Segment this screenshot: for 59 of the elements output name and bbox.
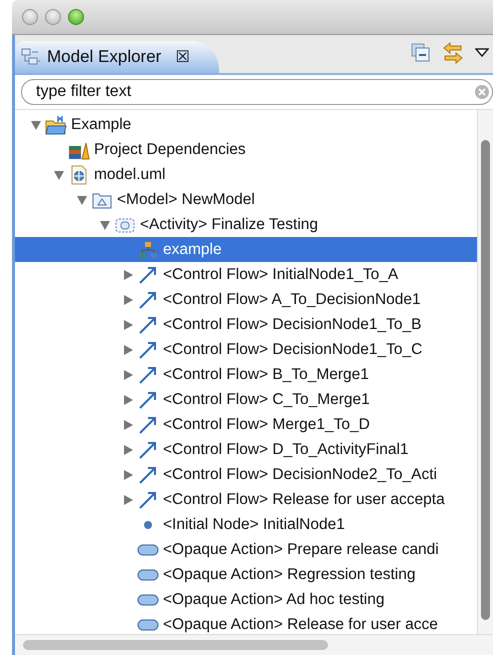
arrow-icon — [137, 390, 159, 410]
tree-item[interactable]: <Opaque Action> Regression testing — [15, 562, 477, 587]
collapsed-arrow-icon[interactable] — [122, 318, 134, 330]
collapsed-arrow-icon[interactable] — [122, 494, 134, 506]
expanded-arrow-icon[interactable] — [30, 118, 42, 130]
arrow-icon — [137, 414, 159, 434]
collapsed-arrow-icon[interactable] — [122, 268, 134, 280]
tree-item[interactable]: <Control Flow> Release for user accepta — [15, 487, 477, 512]
expanded-arrow-icon[interactable] — [99, 218, 111, 230]
arrow-icon — [137, 314, 159, 334]
model-explorer-tab[interactable]: Model Explorer ☒ — [15, 41, 220, 73]
tree-item[interactable]: <Opaque Action> Ad hoc testing — [15, 587, 477, 612]
tree-item[interactable]: <Control Flow> Merge1_To_D — [15, 412, 477, 437]
collapsed-arrow-icon[interactable] — [122, 394, 134, 406]
tree-item[interactable]: <Control Flow> C_To_Merge1 — [15, 387, 477, 412]
collapsed-arrow-icon[interactable] — [122, 294, 134, 306]
arrow-icon — [137, 364, 159, 384]
tree-item[interactable]: <Model> NewModel — [15, 187, 477, 212]
vertical-scrollbar[interactable] — [481, 140, 490, 620]
minimize-window-button[interactable] — [45, 9, 61, 25]
arrow-icon — [137, 440, 159, 460]
filter-field[interactable]: type filter text — [21, 79, 493, 105]
tree-item[interactable]: Project Dependencies — [15, 137, 477, 162]
tree-item[interactable]: <Opaque Action> Release for user acce — [15, 612, 477, 634]
tree-item[interactable]: <Control Flow> DecisionNode1_To_C — [15, 337, 477, 362]
tree-item[interactable]: <Control Flow> DecisionNode2_To_Acti — [15, 462, 477, 487]
collapsed-arrow-icon[interactable] — [122, 444, 134, 456]
expanded-arrow-icon[interactable] — [76, 194, 88, 206]
diagram-icon — [137, 240, 159, 260]
collapse-all-icon[interactable] — [411, 43, 431, 63]
tree-item[interactable]: model.uml — [15, 162, 477, 187]
tree-item[interactable]: <Activity> Finalize Testing — [15, 212, 477, 237]
arrow-icon — [137, 290, 159, 310]
tree-item[interactable]: <Initial Node> InitialNode1 — [15, 512, 477, 537]
close-tab-button[interactable]: ☒ — [175, 47, 190, 67]
tree-item[interactable]: example — [15, 237, 477, 262]
arrow-icon — [137, 490, 159, 510]
arrow-icon — [137, 264, 159, 284]
zoom-window-button[interactable] — [68, 9, 84, 25]
collapsed-arrow-icon[interactable] — [122, 418, 134, 430]
collapsed-arrow-icon[interactable] — [122, 468, 134, 480]
tree-item[interactable]: <Control Flow> DecisionNode1_To_B — [15, 312, 477, 337]
collapsed-arrow-icon[interactable] — [122, 368, 134, 380]
arrow-icon — [137, 340, 159, 360]
horizontal-scrollbar[interactable] — [23, 640, 328, 650]
tree-item[interactable]: <Control Flow> A_To_DecisionNode1 — [15, 287, 477, 312]
folder-icon — [45, 114, 67, 134]
tree-item[interactable]: <Control Flow> D_To_ActivityFinal1 — [15, 437, 477, 462]
close-window-button[interactable] — [22, 9, 38, 25]
expanded-arrow-icon[interactable] — [53, 168, 65, 180]
collapsed-arrow-icon[interactable] — [122, 344, 134, 356]
tree-item[interactable]: <Control Flow> InitialNode1_To_A — [15, 262, 477, 287]
tree-view-icon — [21, 48, 41, 66]
arrow-icon — [137, 464, 159, 484]
tree-item[interactable]: Example — [15, 112, 477, 137]
view-menu-icon[interactable] — [475, 48, 489, 58]
tree-item[interactable]: <Control Flow> B_To_Merge1 — [15, 362, 477, 387]
tree-item[interactable]: <Opaque Action> Prepare release candi — [15, 537, 477, 562]
link-arrows-icon[interactable] — [441, 41, 465, 65]
